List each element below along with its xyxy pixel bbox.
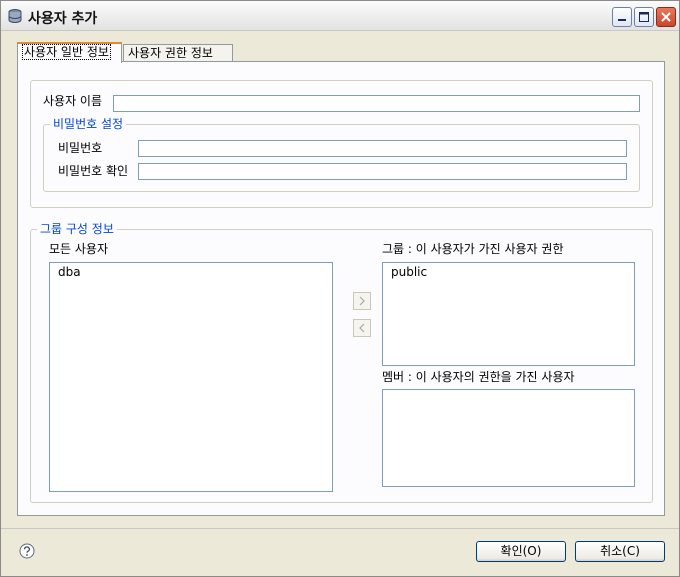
separator (1, 528, 679, 529)
members-list[interactable] (382, 389, 635, 487)
title-bar[interactable]: 사용자 추가 (1, 1, 679, 31)
password-confirm-input[interactable] (138, 163, 627, 180)
tab-panel-general: 사용자 이름 비밀번호 설정 비밀번호 비밀번호 확인 그룹 구성 정보 모든 … (17, 61, 665, 516)
chevron-left-icon (359, 323, 365, 333)
add-user-dialog: 사용자 추가 사용자 일반 정보 사용자 권한 정보 사용자 이름 비밀번호 설… (0, 0, 680, 577)
database-icon (8, 9, 22, 23)
add-to-group-button[interactable] (353, 292, 371, 310)
all-users-list[interactable]: dba (49, 262, 333, 492)
password-label: 비밀번호 (58, 141, 103, 155)
members-label: 멤버 : 이 사용자의 권한을 가진 사용자 (382, 370, 575, 384)
window-title: 사용자 추가 (28, 11, 98, 27)
tab-label: 사용자 일반 정보 (22, 44, 111, 60)
password-confirm-label: 비밀번호 확인 (58, 164, 129, 178)
close-icon (661, 12, 671, 22)
help-icon[interactable] (19, 543, 35, 559)
groups-label: 그룹 : 이 사용자가 가진 사용자 권한 (382, 242, 564, 256)
username-input[interactable] (113, 95, 640, 112)
maximize-icon (639, 12, 649, 22)
password-group-legend: 비밀번호 설정 (50, 117, 127, 131)
minimize-icon (618, 19, 626, 21)
user-info-group: 사용자 이름 비밀번호 설정 비밀번호 비밀번호 확인 (30, 80, 653, 208)
maximize-button[interactable] (634, 7, 654, 27)
minimize-button[interactable] (612, 7, 632, 27)
ok-button[interactable]: 확인(O) (476, 541, 566, 562)
tab-user-permission-info[interactable]: 사용자 권한 정보 (123, 44, 233, 62)
group-info-group: 그룹 구성 정보 모든 사용자 dba 그룹 : 이 사용자가 가진 사용자 권… (30, 222, 653, 503)
groups-list[interactable]: public (382, 262, 635, 366)
all-users-label: 모든 사용자 (49, 242, 109, 256)
close-button[interactable] (656, 7, 676, 27)
list-item[interactable]: public (391, 265, 427, 279)
password-input[interactable] (138, 140, 627, 157)
chevron-right-icon (359, 296, 365, 306)
password-group: 비밀번호 설정 비밀번호 비밀번호 확인 (43, 117, 640, 192)
tab-user-general-info[interactable]: 사용자 일반 정보 (17, 42, 122, 63)
tab-label: 사용자 권한 정보 (128, 46, 213, 60)
group-info-legend: 그룹 구성 정보 (37, 222, 117, 236)
username-label: 사용자 이름 (43, 94, 103, 108)
cancel-button[interactable]: 취소(C) (575, 541, 665, 562)
remove-from-group-button[interactable] (353, 319, 371, 337)
list-item[interactable]: dba (58, 265, 81, 279)
